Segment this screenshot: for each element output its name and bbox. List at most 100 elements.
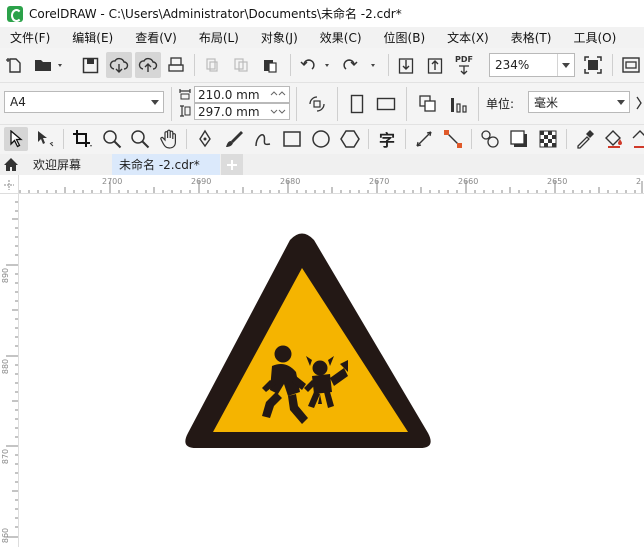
separator — [171, 87, 172, 121]
nudge-icon[interactable] — [634, 93, 644, 113]
parallel-dimension-icon[interactable] — [412, 128, 436, 150]
page-width-icon — [178, 87, 192, 101]
unit-dropdown[interactable]: 毫米 — [528, 91, 630, 113]
menu-file[interactable]: 文件(F) — [0, 29, 62, 46]
separator — [388, 54, 389, 76]
separator — [296, 87, 297, 121]
window-title: CorelDRAW - C:\Users\Administrator\Docum… — [29, 7, 402, 21]
connector-tool-icon[interactable] — [441, 128, 465, 150]
current-page-icon[interactable] — [446, 91, 472, 117]
rectangle-tool-icon[interactable] — [280, 128, 304, 150]
landscape-icon[interactable] — [374, 91, 398, 117]
ruler-label: 860 — [1, 527, 11, 544]
new-tab-plus-icon[interactable] — [221, 154, 243, 175]
menu-text[interactable]: 文本(X) — [437, 29, 501, 46]
ruler-label: 2700 — [102, 177, 123, 186]
blend-tool-icon[interactable] — [478, 128, 502, 150]
document-tab-bar: 欢迎屏幕 未命名 -2.cdr* — [0, 154, 644, 175]
ruler-label: 2680 — [280, 177, 301, 186]
save-icon[interactable] — [79, 55, 101, 75]
spinner-arrows-icon[interactable] — [266, 87, 290, 119]
publish-pdf-icon[interactable]: PDF — [452, 53, 476, 77]
import-icon[interactable] — [395, 55, 417, 75]
ruler-origin[interactable] — [0, 175, 19, 194]
separator — [566, 129, 567, 149]
ruler-label: 2660 — [458, 177, 479, 186]
print-icon[interactable] — [165, 55, 187, 75]
undo-icon[interactable] — [297, 55, 335, 75]
drawing-canvas[interactable] — [19, 194, 644, 547]
standard-toolbar: PDF 234% — [0, 48, 644, 83]
page-width-value: 210.0 mm — [198, 87, 260, 102]
menu-edit[interactable]: 编辑(E) — [62, 29, 125, 46]
horizontal-ruler[interactable]: 2700 2690 2680 2670 2660 2650 2 — [18, 175, 644, 194]
separator — [194, 54, 195, 76]
separator — [63, 129, 64, 149]
bezier-curve-icon[interactable] — [251, 128, 275, 150]
page-orientation-icon[interactable] — [305, 93, 329, 115]
separator — [471, 129, 472, 149]
copy-icon[interactable] — [230, 55, 252, 75]
interactive-fill-icon[interactable] — [602, 128, 626, 150]
separator — [406, 87, 407, 121]
page-size-value: A4 — [10, 95, 26, 109]
portrait-icon[interactable] — [345, 91, 369, 117]
menu-bar: 文件(F) 编辑(E) 查看(V) 布局(L) 对象(J) 效果(C) 位图(B… — [0, 27, 644, 48]
page-height-value: 297.0 mm — [198, 104, 260, 119]
polygon-tool-icon[interactable] — [338, 128, 362, 150]
separator — [337, 87, 338, 121]
menu-tools[interactable]: 工具(O) — [563, 29, 628, 46]
warning-sign-children-crossing[interactable] — [19, 194, 644, 547]
artistic-media-tool-icon[interactable] — [222, 128, 246, 150]
separator — [478, 87, 479, 121]
title-bar: CorelDRAW - C:\Users\Administrator\Docum… — [0, 0, 644, 27]
export-icon[interactable] — [424, 55, 446, 75]
tab-label: 未命名 -2.cdr* — [119, 158, 200, 172]
ruler-label: 2 — [636, 177, 642, 186]
transparency-tool-icon[interactable] — [536, 128, 560, 150]
menu-table[interactable]: 表格(T) — [501, 29, 564, 46]
pen-tool-icon[interactable] — [193, 128, 217, 150]
cloud-export-icon[interactable] — [135, 52, 161, 78]
home-icon[interactable] — [0, 154, 22, 175]
full-screen-preview-icon[interactable] — [582, 55, 604, 75]
menu-view[interactable]: 查看(V) — [125, 29, 189, 46]
pick-tool-icon[interactable] — [4, 127, 28, 151]
menu-effects[interactable]: 效果(C) — [310, 29, 374, 46]
new-document-icon[interactable] — [4, 55, 26, 75]
crop-tool-icon[interactable] — [70, 128, 96, 150]
pan-zoom-icon[interactable] — [128, 128, 152, 150]
ruler-label: 2690 — [191, 177, 212, 186]
drop-shadow-tool-icon[interactable] — [507, 128, 531, 150]
menu-object[interactable]: 对象(J) — [251, 29, 310, 46]
open-document-icon[interactable] — [32, 55, 66, 75]
ruler-label: 2670 — [369, 177, 390, 186]
menu-layout[interactable]: 布局(L) — [189, 29, 251, 46]
page-size-dropdown[interactable]: A4 — [4, 91, 164, 113]
paste-icon[interactable] — [259, 55, 281, 75]
toolbox: 字 — [0, 125, 644, 155]
ruler-label: 870 — [1, 448, 11, 465]
redo-icon[interactable] — [340, 55, 380, 75]
smart-fill-icon[interactable] — [631, 128, 644, 150]
tab-untitled-2[interactable]: 未命名 -2.cdr* — [112, 154, 220, 175]
shape-tool-icon[interactable] — [33, 128, 59, 150]
page-height-icon — [178, 104, 192, 118]
cloud-import-icon[interactable] — [106, 52, 132, 78]
property-bar: A4 210.0 mm 297.0 mm 单位: 毫米 — [0, 83, 644, 125]
options-icon[interactable] — [619, 55, 643, 75]
tab-welcome-screen[interactable]: 欢迎屏幕 — [22, 154, 108, 175]
ellipse-tool-icon[interactable] — [309, 128, 333, 150]
all-pages-icon[interactable] — [415, 91, 441, 117]
text-tool-icon[interactable]: 字 — [375, 128, 399, 150]
separator — [290, 54, 291, 76]
menu-bitmaps[interactable]: 位图(B) — [374, 29, 438, 46]
zoom-tool-icon[interactable] — [100, 128, 124, 150]
chevron-down-icon — [557, 54, 574, 76]
unit-value: 毫米 — [534, 95, 559, 110]
vertical-ruler[interactable]: 890 880 870 860 — [0, 175, 19, 547]
pan-tool-icon[interactable] — [157, 128, 181, 150]
zoom-level-dropdown[interactable]: 234% — [489, 53, 575, 77]
eyedropper-tool-icon[interactable] — [573, 128, 597, 150]
cut-icon[interactable] — [201, 55, 223, 75]
